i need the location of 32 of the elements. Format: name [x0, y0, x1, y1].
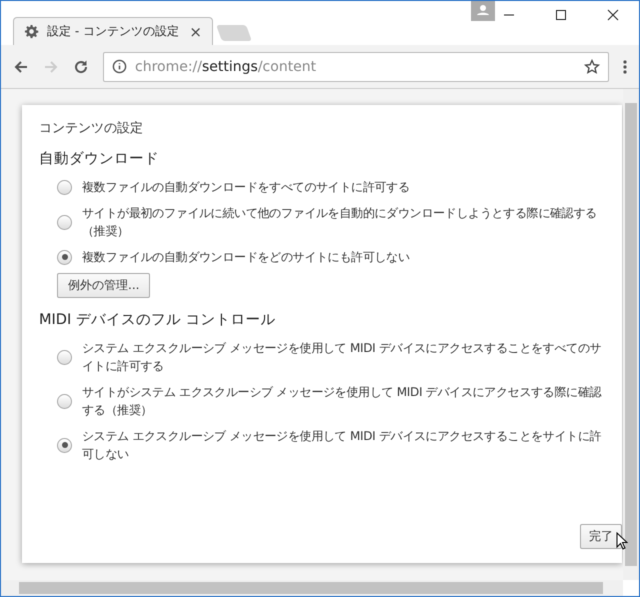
radio-button[interactable] [57, 250, 72, 264]
option-label: 複数ファイルの自動ダウンロードをどのサイトにも許可しない [82, 249, 411, 266]
radio-button[interactable] [57, 180, 72, 194]
horizontal-scrollbar[interactable] [1, 580, 623, 596]
close-icon[interactable] [607, 9, 619, 21]
option-label: サイトがシステム エクスクルーシブ メッセージを使用して MIDI デバイスにアクセスする際に確認する（推奨） [82, 384, 602, 419]
radio-button[interactable] [57, 394, 72, 408]
option-label: システム エクスクルーシブ メッセージを使用して MIDI デバイスにアクセスすることをすべてのサイトに許可する [82, 340, 602, 375]
section-heading: 自動ダウンロード [39, 150, 160, 168]
menu-icon[interactable] [623, 58, 627, 74]
radio-button[interactable] [57, 214, 72, 230]
info-icon [112, 59, 127, 74]
option-label: 複数ファイルの自動ダウンロードをすべてのサイトに許可する [82, 179, 411, 196]
close-tab-button[interactable]: × [189, 22, 202, 40]
browser-tab[interactable]: 設定 - コンテンツの設定 × [13, 17, 213, 45]
radio-button[interactable] [57, 438, 72, 452]
address-bar[interactable]: chrome://settings/content [103, 52, 609, 82]
vertical-scrollbar[interactable] [623, 89, 639, 580]
url-text: chrome://settings/content [135, 58, 318, 74]
manage-exceptions-button[interactable]: 例外の管理... [57, 273, 150, 298]
reload-icon[interactable] [73, 58, 89, 74]
section-heading: MIDI デバイスのフル コントロール [39, 311, 276, 329]
tab-title: 設定 - コンテンツの設定 [47, 23, 180, 40]
dialog-title: コンテンツの設定 [39, 120, 144, 137]
option-label: システム エクスクルーシブ メッセージを使用して MIDI デバイスにアクセスすることをサイトに許可しない [82, 428, 602, 463]
back-arrow-icon[interactable] [13, 58, 29, 74]
done-button[interactable]: 完了 [580, 524, 622, 549]
star-icon[interactable] [584, 58, 600, 74]
maximize-icon[interactable] [555, 9, 567, 21]
option-label: サイトが最初のファイルに続いて他のファイルを自動的にダウンロードしようとする際に確認する（推奨） [82, 205, 598, 240]
settings-icon [24, 24, 39, 39]
radio-button[interactable] [57, 350, 72, 364]
